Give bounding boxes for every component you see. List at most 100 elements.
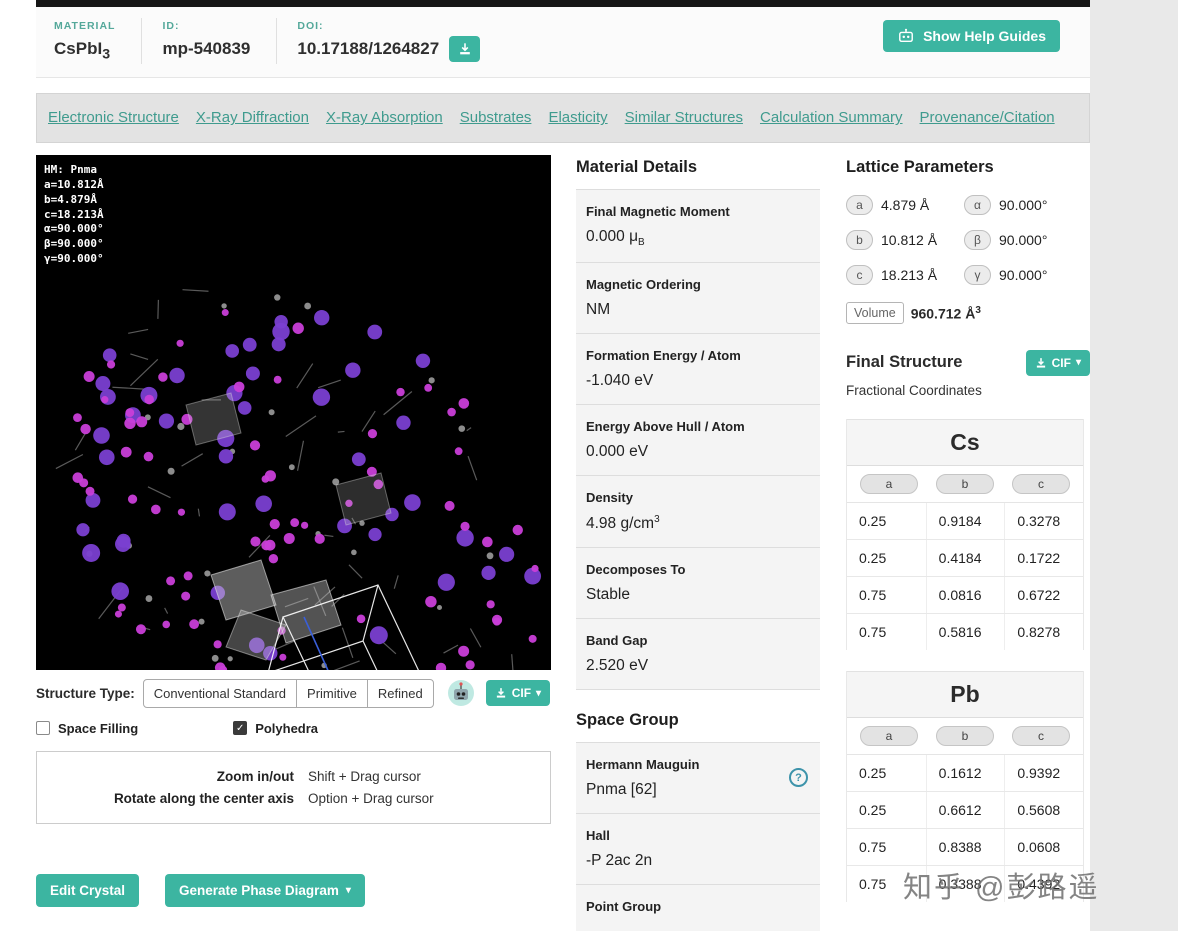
detail-label: Final Magnetic Moment xyxy=(586,204,810,219)
detail-label: Hermann Mauguin xyxy=(586,757,810,772)
volume-row: Volume 960.712 Å3 xyxy=(846,302,1090,324)
structure-type-primitive[interactable]: Primitive xyxy=(296,679,368,708)
lattice-parameter-grid: a 4.879 Å α 90.000° b 10.812 Å β 90.000° xyxy=(846,195,1090,285)
final-structure-title: Final Structure xyxy=(846,353,962,372)
polyhedra-label: Polyhedra xyxy=(255,721,318,736)
volume-badge: Volume xyxy=(846,302,904,324)
coord-cell: 0.25 xyxy=(847,755,926,791)
nav-link-provenance-citation[interactable]: Provenance/Citation xyxy=(920,109,1055,126)
coord-cell: 0.1612 xyxy=(926,755,1005,791)
coordinates-table-cs: Cs a b c 0.25 0.9184 0.3278 0.25 0.4184 xyxy=(846,419,1084,650)
coord-cell: 0.75 xyxy=(847,577,926,613)
coord-cell: 0.1722 xyxy=(1004,540,1083,576)
column-header-row: a b c xyxy=(847,466,1083,503)
lattice-parameters-title: Lattice Parameters xyxy=(846,155,1090,189)
column-header-a: a xyxy=(860,726,918,746)
overlay-line: γ=90.000° xyxy=(44,252,104,267)
viewer-cif-download-button[interactable]: CIF ▾ xyxy=(486,680,550,706)
polyhedra-checkbox[interactable]: ✓ Polyhedra xyxy=(233,721,318,736)
lattice-param-a: a 4.879 Å xyxy=(846,195,964,215)
lattice-param-alpha: α 90.000° xyxy=(964,195,1090,215)
lattice-param-gamma: γ 90.000° xyxy=(964,265,1090,285)
nav-link-substrates[interactable]: Substrates xyxy=(460,109,532,126)
nav-link-elasticity[interactable]: Elasticity xyxy=(548,109,607,126)
space-group-list: Hermann Mauguin Pnma [62] ? Hall -P 2ac … xyxy=(576,742,820,931)
detail-label: Magnetic Ordering xyxy=(586,277,810,292)
robot-icon[interactable] xyxy=(447,679,475,707)
generate-phase-diagram-button[interactable]: Generate Phase Diagram ▾ xyxy=(165,874,365,907)
coord-cell: 0.3278 xyxy=(1004,503,1083,539)
nav-link-electronic-structure[interactable]: Electronic Structure xyxy=(48,109,179,126)
structure-type-group: Conventional Standard Primitive Refined xyxy=(143,679,434,708)
detail-energy-above-hull: Energy Above Hull / Atom 0.000 eV xyxy=(576,405,820,476)
overlay-line: b=4.879Å xyxy=(44,193,104,208)
help-gesture: Shift + Drag cursor xyxy=(308,766,528,788)
id-label: ID: xyxy=(162,20,250,32)
detail-value: 2.520 eV xyxy=(586,657,810,675)
material-details-list: Final Magnetic Moment 0.000 μB Magnetic … xyxy=(576,189,820,690)
help-action: Rotate along the center axis xyxy=(59,788,294,810)
nav-link-xray-absorption[interactable]: X-Ray Absorption xyxy=(326,109,443,126)
detail-final-magnetic-moment: Final Magnetic Moment 0.000 μB xyxy=(576,190,820,263)
detail-label: Band Gap xyxy=(586,633,810,648)
detail-value: -1.040 eV xyxy=(586,372,810,390)
param-value: 90.000° xyxy=(999,197,1047,213)
nav-link-similar-structures[interactable]: Similar Structures xyxy=(625,109,743,126)
lattice-param-beta: β 90.000° xyxy=(964,230,1090,250)
crystal-structure-viewer[interactable]: a b 0 HM: Pnma a=10.812Å b=4.879Å c=18.2… xyxy=(36,155,551,670)
detail-magnetic-ordering: Magnetic Ordering NM xyxy=(576,263,820,334)
structure-type-refined[interactable]: Refined xyxy=(367,679,434,708)
crystal-scene: a b 0 xyxy=(36,155,551,670)
sg-hall: Hall -P 2ac 2n xyxy=(576,814,820,885)
detail-formation-energy: Formation Energy / Atom -1.040 eV xyxy=(576,334,820,405)
cif-label: CIF xyxy=(512,686,531,700)
table-row: 0.25 0.4184 0.1722 xyxy=(847,539,1083,576)
nav-link-xray-diffraction[interactable]: X-Ray Diffraction xyxy=(196,109,309,126)
coord-cell: 0.25 xyxy=(847,503,926,539)
overlay-line: HM: Pnma xyxy=(44,163,104,178)
material-formula: CsPbI3 xyxy=(54,39,115,62)
show-help-guides-button[interactable]: Show Help Guides xyxy=(883,20,1060,52)
table-row: 0.25 0.6612 0.5608 xyxy=(847,791,1083,828)
nav-link-calculation-summary[interactable]: Calculation Summary xyxy=(760,109,903,126)
table-row: 0.75 0.0816 0.6722 xyxy=(847,576,1083,613)
structure-type-conventional-standard[interactable]: Conventional Standard xyxy=(143,679,297,708)
structure-cif-download-button[interactable]: CIF ▾ xyxy=(1026,350,1090,376)
checkbox-unchecked-icon[interactable] xyxy=(36,721,50,735)
material-id: mp-540839 xyxy=(162,39,250,59)
coord-cell: 0.4184 xyxy=(926,540,1005,576)
cif-label: CIF xyxy=(1052,356,1071,370)
column-header-row: a b c xyxy=(847,718,1083,755)
caret-down-icon: ▾ xyxy=(1076,357,1081,368)
coord-cell: 0.9184 xyxy=(926,503,1005,539)
detail-value: -P 2ac 2n xyxy=(586,852,810,870)
structure-type-label: Structure Type: xyxy=(36,686,135,701)
doi-download-button[interactable] xyxy=(449,36,480,62)
param-badge: γ xyxy=(964,265,991,285)
overlay-line: β=90.000° xyxy=(44,237,104,252)
edit-crystal-button[interactable]: Edit Crystal xyxy=(36,874,139,907)
detail-value: Stable xyxy=(586,586,810,604)
coord-cell: 0.0816 xyxy=(926,577,1005,613)
detail-label: Formation Energy / Atom xyxy=(586,348,810,363)
param-value: 4.879 Å xyxy=(881,197,929,213)
column-header-a: a xyxy=(860,474,918,494)
help-gesture: Option + Drag cursor xyxy=(308,788,528,810)
doi-value: 10.17188/1264827 xyxy=(297,39,439,59)
overlay-line: c=18.213Å xyxy=(44,208,104,223)
space-filling-checkbox[interactable]: Space Filling xyxy=(36,721,138,736)
page: MATERIAL CsPbI3 ID: mp-540839 DOI: 10.17… xyxy=(0,0,1090,931)
coord-cell: 0.75 xyxy=(847,614,926,650)
coord-cell: 0.6612 xyxy=(926,792,1005,828)
checkbox-checked-icon[interactable]: ✓ xyxy=(233,721,247,735)
fractional-coordinates-label: Fractional Coordinates xyxy=(846,383,1090,398)
param-badge: c xyxy=(846,265,873,285)
table-row: 0.75 0.5816 0.8278 xyxy=(847,613,1083,650)
param-badge: b xyxy=(846,230,873,250)
doi-block: DOI: 10.17188/1264827 xyxy=(276,18,506,64)
param-value: 18.213 Å xyxy=(881,267,937,283)
param-badge: a xyxy=(846,195,873,215)
generate-phase-diagram-label: Generate Phase Diagram xyxy=(179,883,339,898)
coord-cell: 0.25 xyxy=(847,792,926,828)
coord-cell: 0.25 xyxy=(847,540,926,576)
